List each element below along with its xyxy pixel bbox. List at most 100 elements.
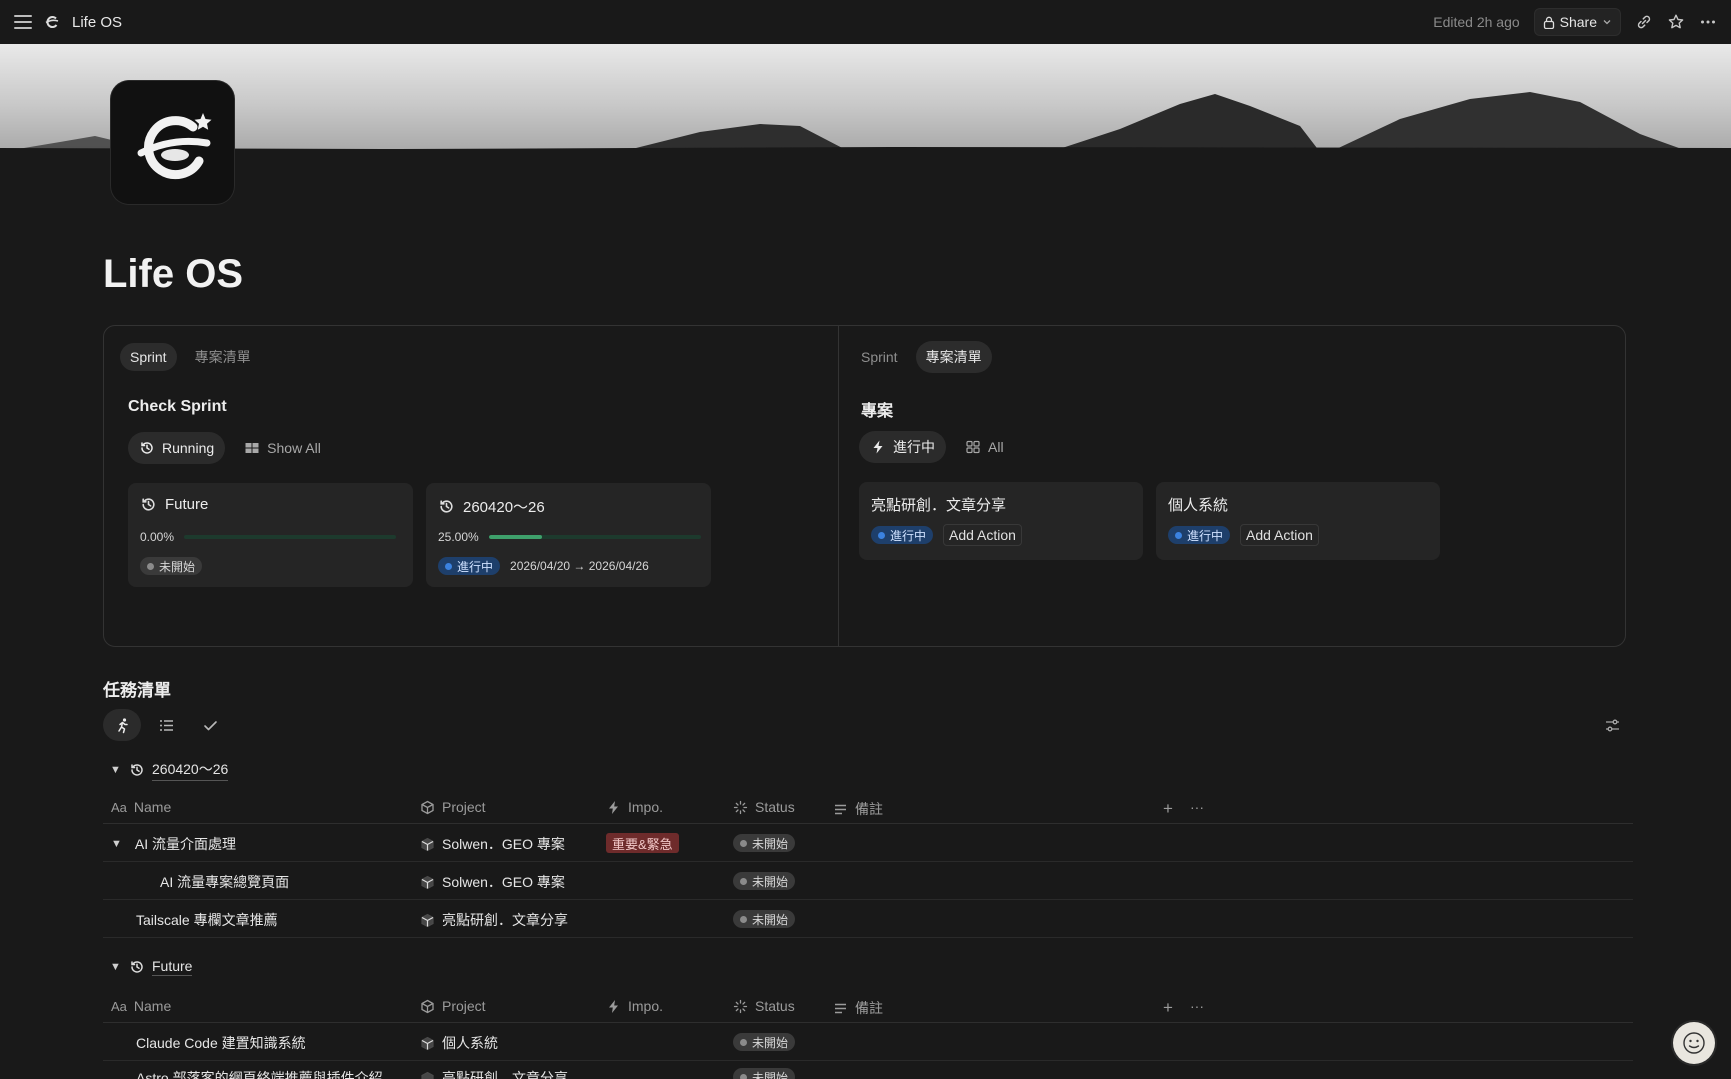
- collapse-triangle-icon[interactable]: ▼: [110, 764, 122, 776]
- progress-bar: [488, 535, 701, 539]
- breadcrumb-title[interactable]: Life OS: [72, 14, 122, 31]
- cover-image[interactable]: [0, 44, 1731, 152]
- group-header[interactable]: ▼ 260420～26: [110, 759, 229, 781]
- task-project[interactable]: Solwen．GEO 專案: [442, 834, 565, 854]
- col-note[interactable]: 備註: [855, 998, 883, 1018]
- project-card[interactable]: 亮點研創．文章分享 進行中 Add Action: [859, 482, 1143, 560]
- star-icon[interactable]: [1667, 13, 1685, 31]
- bolt-icon: [609, 800, 618, 814]
- task-project[interactable]: 個人系統: [442, 1033, 498, 1053]
- filter-all-label: All: [988, 439, 1004, 455]
- task-name[interactable]: Astro 部落客的網頁終端推薦與插件介紹: [136, 1068, 383, 1079]
- table-row[interactable]: Claude Code 建置知識系統 個人系統 未開始: [103, 1023, 1633, 1061]
- add-column-icon[interactable]: +: [1163, 799, 1173, 819]
- tab-sprint[interactable]: Sprint: [120, 343, 177, 371]
- share-button[interactable]: Share: [1533, 8, 1621, 36]
- filter-all[interactable]: All: [954, 431, 1015, 463]
- view-list-tab[interactable]: [147, 709, 185, 741]
- col-project[interactable]: Project: [442, 799, 486, 815]
- bolt-icon: [609, 999, 618, 1013]
- status-badge: 未開始: [733, 910, 796, 928]
- task-name[interactable]: AI 流量專案總覽頁面: [160, 872, 289, 892]
- page-title: Life OS: [103, 252, 244, 296]
- sprint-dates: 2026/04/20 → 2026/04/26: [510, 559, 649, 573]
- status-loader-icon: [733, 800, 748, 814]
- check-sprint-title: Check Sprint: [128, 398, 227, 415]
- group-label[interactable]: Future: [152, 958, 193, 976]
- table-row[interactable]: AI 流量專案總覽頁面 Solwen．GEO 專案 未開始: [103, 862, 1633, 900]
- life-os-logo-icon: [45, 16, 59, 29]
- col-status[interactable]: Status: [755, 998, 795, 1014]
- filter-show-all[interactable]: Show All: [233, 432, 332, 464]
- project-card[interactable]: 個人系統 進行中 Add Action: [1156, 482, 1440, 560]
- group-label[interactable]: 260420～26: [152, 759, 229, 781]
- expand-triangle-icon[interactable]: ▼: [111, 838, 122, 850]
- menu-icon[interactable]: [14, 15, 32, 29]
- status-badge: 未開始: [733, 1068, 796, 1079]
- project-card-title: 個人系統: [1168, 497, 1229, 514]
- add-action-button[interactable]: Add Action: [943, 524, 1022, 546]
- sprint-card[interactable]: Future 0.00% 未開始: [128, 483, 413, 587]
- col-project[interactable]: Project: [442, 998, 486, 1014]
- page-icon[interactable]: [111, 81, 234, 204]
- running-person-icon: [117, 717, 128, 733]
- bolt-icon: [873, 440, 883, 454]
- more-icon[interactable]: ···: [1190, 998, 1204, 1014]
- list-icon: [159, 719, 173, 731]
- link-icon[interactable]: [1635, 13, 1653, 31]
- task-name[interactable]: Tailscale 專欄文章推薦: [136, 910, 278, 930]
- history-icon: [141, 442, 153, 454]
- col-impo[interactable]: Impo.: [628, 799, 663, 815]
- filter-show-all-label: Show All: [267, 440, 321, 456]
- status-badge: 進行中: [438, 557, 501, 575]
- group-header[interactable]: ▼ Future: [110, 958, 193, 976]
- table-row[interactable]: Astro 部落客的網頁終端推薦與插件介紹 亮點研創．文章分享 未開始: [103, 1061, 1633, 1079]
- assistant-avatar[interactable]: [1673, 1022, 1715, 1064]
- project-panel: Sprint 專案清單 專案 進行中 All 亮點研創．文章分享 進行中 Add…: [839, 326, 1625, 646]
- history-icon: [440, 500, 453, 513]
- col-name[interactable]: Name: [134, 799, 171, 815]
- table-row[interactable]: Tailscale 專欄文章推薦 亮點研創．文章分享 未開始: [103, 900, 1633, 938]
- status-badge: 未開始: [733, 872, 796, 890]
- chevron-down-icon: [1603, 20, 1611, 25]
- view-running-tab[interactable]: [103, 709, 141, 741]
- status-badge: 進行中: [871, 526, 934, 544]
- more-icon[interactable]: ···: [1190, 799, 1204, 815]
- sprint-panel: Sprint 專案清單 Check Sprint Running Show Al…: [104, 326, 839, 646]
- relation-cube-icon: [421, 999, 434, 1013]
- tab-project-list[interactable]: 專案清單: [185, 341, 261, 373]
- status-badge: 未開始: [733, 834, 796, 852]
- view-done-tab[interactable]: [191, 709, 229, 741]
- filter-running[interactable]: Running: [128, 432, 226, 464]
- status-loader-icon: [733, 999, 748, 1013]
- col-note[interactable]: 備註: [855, 799, 883, 819]
- collapse-triangle-icon[interactable]: ▼: [110, 961, 122, 973]
- filter-in-progress[interactable]: 進行中: [859, 431, 946, 463]
- add-column-icon[interactable]: +: [1163, 998, 1173, 1018]
- task-name[interactable]: AI 流量介面處理: [135, 834, 236, 854]
- add-action-button[interactable]: Add Action: [1240, 524, 1319, 546]
- status-badge: 未開始: [140, 557, 203, 575]
- gallery-icon: [966, 440, 980, 454]
- tab-sprint[interactable]: Sprint: [851, 343, 908, 371]
- sprint-card[interactable]: 260420～26 25.00% 進行中 2026/04/20 → 2026/0…: [426, 483, 711, 587]
- tab-project-list[interactable]: 專案清單: [915, 341, 992, 373]
- edited-timestamp: Edited 2h ago: [1433, 14, 1520, 30]
- col-status[interactable]: Status: [755, 799, 795, 815]
- task-name[interactable]: Claude Code 建置知識系統: [136, 1033, 306, 1053]
- grid-icon: [245, 443, 259, 453]
- task-project[interactable]: 亮點研創．文章分享: [442, 910, 568, 930]
- progress-text: 0.00%: [140, 530, 175, 544]
- sprint-card-title: 260420～26: [463, 499, 545, 516]
- task-project[interactable]: 亮點研創．文章分享: [442, 1068, 568, 1079]
- col-name[interactable]: Name: [134, 998, 171, 1014]
- view-settings-icon[interactable]: [1604, 717, 1621, 734]
- more-icon[interactable]: [1699, 13, 1717, 31]
- project-cube-icon: [421, 837, 434, 851]
- table-row[interactable]: ▼ AI 流量介面處理 Solwen．GEO 專案 重要&緊急 未開始: [103, 824, 1633, 862]
- text-lines-icon: [835, 804, 846, 814]
- task-project[interactable]: Solwen．GEO 專案: [442, 872, 565, 892]
- col-impo[interactable]: Impo.: [628, 998, 663, 1014]
- project-cube-icon: [421, 913, 434, 927]
- project-cube-icon: [421, 1071, 434, 1079]
